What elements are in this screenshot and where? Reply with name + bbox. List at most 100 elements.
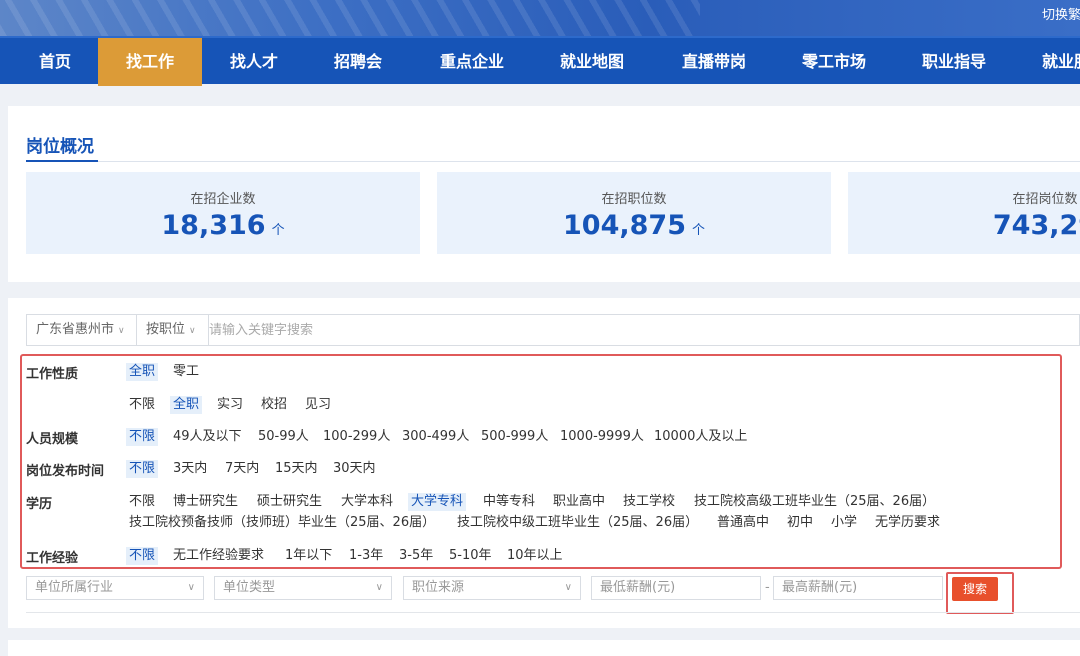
filter-option[interactable]: 技工院校预备技师（技师班）毕业生（25届、26届）	[126, 514, 438, 532]
chevron-down-icon: ∨	[375, 582, 383, 593]
filter-option[interactable]: 不限	[126, 428, 159, 446]
filter-option[interactable]: 博士研究生	[170, 493, 241, 511]
filter-option[interactable]: 校招	[258, 396, 290, 414]
filter-option[interactable]: 不限	[126, 396, 158, 414]
results-panel	[8, 640, 1080, 656]
filter-label: 学历	[26, 497, 53, 512]
filter-option[interactable]: 15天内	[272, 460, 321, 478]
language-switch-link[interactable]: 切换繁	[1042, 4, 1080, 23]
chevron-down-icon: ∨	[187, 582, 195, 593]
filter-option[interactable]: 技工院校高级工班毕业生（25届、26届）	[691, 493, 938, 511]
nav-find-talent[interactable]: 找人才	[214, 38, 294, 86]
filter-option[interactable]: 10000人及以上	[651, 428, 750, 446]
filter-option[interactable]: 普通高中	[714, 514, 772, 532]
filter-option[interactable]: 中等专科	[480, 493, 538, 511]
search-bar: 广东省惠州市 ∨ 按职位 ∨	[26, 314, 1080, 346]
banner-decoration	[0, 0, 700, 36]
nav-gig-market[interactable]: 零工市场	[792, 38, 876, 86]
filter-option[interactable]: 零工	[170, 363, 202, 381]
stat-value-wrap: 743,29	[848, 210, 1080, 241]
filter-option[interactable]: 技工学校	[620, 493, 678, 511]
filter-label: 人员规模	[26, 432, 79, 447]
keyword-search-input[interactable]	[209, 315, 1069, 345]
filter-option[interactable]: 50-99人	[255, 428, 312, 446]
chevron-down-icon: ∨	[118, 326, 125, 336]
nav-key-companies[interactable]: 重点企业	[430, 38, 514, 86]
search-mode-select[interactable]: 按职位 ∨	[137, 315, 209, 345]
filter-option[interactable]: 500-999人	[478, 428, 551, 446]
filter-option[interactable]: 全职	[126, 363, 159, 381]
nav-home[interactable]: 首页	[18, 38, 92, 86]
nav-live-recruit[interactable]: 直播带岗	[672, 38, 756, 86]
filter-option[interactable]: 无学历要求	[872, 514, 943, 532]
filter-option[interactable]: 49人及以下	[170, 428, 245, 446]
company-type-placeholder: 单位类型	[223, 580, 276, 595]
overview-title-underline	[26, 160, 98, 162]
filter-divider	[26, 612, 1080, 613]
chevron-down-icon: ∨	[564, 582, 572, 593]
stat-unit: 个	[271, 223, 285, 238]
filter-option[interactable]: 技工院校中级工班毕业生（25届、26届）	[454, 514, 701, 532]
source-placeholder: 职位来源	[412, 580, 465, 595]
industry-select-placeholder: 单位所属行业	[35, 580, 114, 595]
filter-option[interactable]: 见习	[302, 396, 334, 414]
top-banner: 切换繁	[0, 0, 1080, 36]
filter-option[interactable]: 初中	[784, 514, 816, 532]
filter-label: 工作性质	[26, 367, 79, 382]
stat-label: 在招岗位数	[1012, 192, 1078, 207]
stat-label: 在招职位数	[601, 192, 667, 207]
stat-value-wrap: 104,875 个	[437, 210, 831, 241]
overview-title: 岗位概况	[26, 137, 94, 157]
filter-option[interactable]: 1年以下	[282, 547, 335, 565]
search-mode-value: 按职位	[146, 322, 186, 337]
overview-panel: 岗位概况 在招企业数 18,316 个 在招职位数 104,875 个 在招岗位数 …	[8, 106, 1080, 282]
filter-option[interactable]: 7天内	[222, 460, 262, 478]
filter-option[interactable]: 不限	[126, 493, 158, 511]
filter-label: 岗位发布时间	[26, 464, 105, 479]
filter-option[interactable]: 1-3年	[346, 547, 386, 565]
stat-unit: 个	[691, 223, 705, 238]
stat-label: 在招企业数	[190, 192, 256, 207]
region-select-value: 广东省惠州市	[36, 322, 115, 337]
stat-card-companies: 在招企业数 18,316 个	[26, 172, 420, 254]
overview-divider	[26, 161, 1080, 162]
filter-option[interactable]: 300-499人	[399, 428, 472, 446]
chevron-down-icon: ∨	[189, 326, 196, 336]
filter-option[interactable]: 无工作经验要求	[170, 547, 267, 565]
stat-value: 104,875	[563, 210, 686, 241]
filter-option[interactable]: 10年以上	[504, 547, 566, 565]
filter-option[interactable]: 大学专科	[408, 493, 467, 511]
filter-option[interactable]: 不限	[126, 460, 159, 478]
filter-option[interactable]: 实习	[214, 396, 246, 414]
filter-option[interactable]: 大学本科	[338, 493, 396, 511]
source-select[interactable]: 职位来源 ∨	[403, 576, 581, 600]
filter-label: 工作经验	[26, 551, 79, 566]
filter-option[interactable]: 1000-9999人	[557, 428, 647, 446]
filter-option[interactable]: 100-299人	[320, 428, 393, 446]
filter-option[interactable]: 职业高中	[550, 493, 608, 511]
stat-card-openings: 在招岗位数 743,29	[848, 172, 1080, 254]
salary-range-separator: -	[765, 580, 770, 595]
filter-option[interactable]: 5-10年	[446, 547, 495, 565]
filter-option[interactable]: 30天内	[330, 460, 379, 478]
filter-option[interactable]: 小学	[828, 514, 860, 532]
stat-value: 743,29	[992, 210, 1080, 241]
max-salary-placeholder: 最高薪酬(元)	[782, 580, 858, 595]
nav-career-guidance[interactable]: 职业指导	[912, 38, 996, 86]
nav-employment-map[interactable]: 就业地图	[550, 38, 634, 86]
company-type-select[interactable]: 单位类型 ∨	[214, 576, 392, 600]
filter-option[interactable]: 3天内	[170, 460, 210, 478]
min-salary-input[interactable]: 最低薪酬(元)	[591, 576, 761, 600]
industry-select[interactable]: 单位所属行业 ∨	[26, 576, 204, 600]
filter-option[interactable]: 全职	[170, 396, 203, 414]
filter-option[interactable]: 硕士研究生	[254, 493, 325, 511]
max-salary-input[interactable]: 最高薪酬(元)	[773, 576, 943, 600]
filter-option[interactable]: 3-5年	[396, 547, 436, 565]
nav-find-job[interactable]: 找工作	[98, 38, 202, 86]
filter-option[interactable]: 不限	[126, 547, 159, 565]
nav-employment-service[interactable]: 就业服	[1032, 38, 1080, 86]
region-select[interactable]: 广东省惠州市 ∨	[27, 315, 137, 345]
stat-value: 18,316	[161, 210, 266, 241]
nav-job-fair[interactable]: 招聘会	[318, 38, 398, 86]
search-button[interactable]: 搜索	[952, 577, 998, 601]
